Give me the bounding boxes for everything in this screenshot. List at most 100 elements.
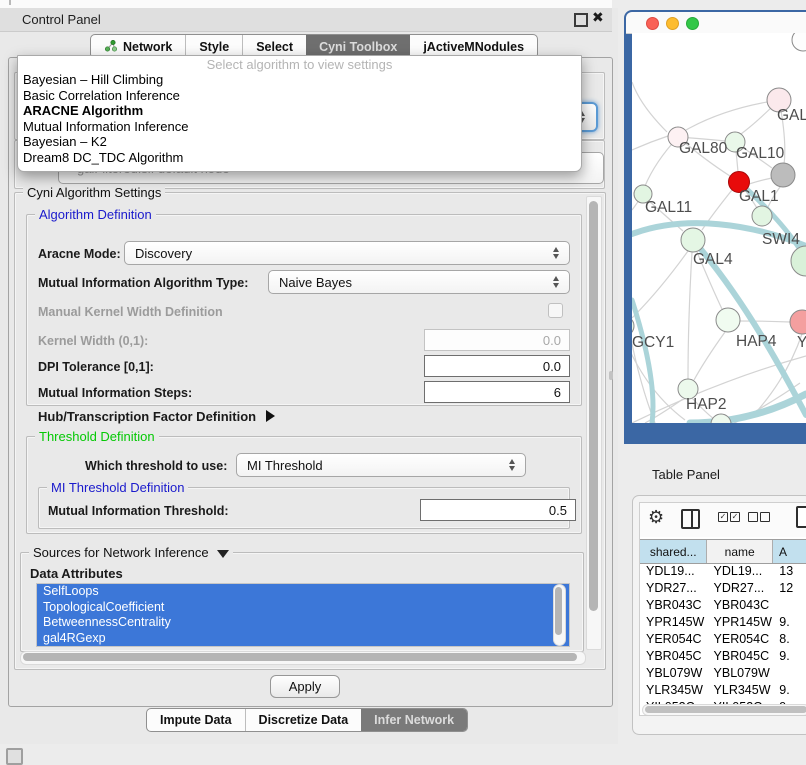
table-row[interactable]: YDR27...YDR27...12 [640, 580, 806, 597]
algorithm-option[interactable]: Bayesian – K2 [18, 134, 581, 150]
table-toolbar: ⚙ ✓ ✓ [640, 503, 806, 537]
table-row[interactable]: YBR043CYBR043C [640, 597, 806, 614]
table-row[interactable]: YPR145WYPR145W9. [640, 614, 806, 631]
algorithm-definition-title: Algorithm Definition [35, 207, 156, 222]
table-row[interactable]: YLR345WYLR345W9. [640, 682, 806, 699]
dropdown-placeholder: Select algorithm to view settings [18, 57, 581, 72]
panel-splitter[interactable] [609, 371, 613, 380]
cell: YBL079W [640, 665, 708, 682]
list-item[interactable]: gal4RGexp [37, 631, 569, 647]
close-window-icon[interactable] [646, 17, 659, 30]
mi-steps-value: 6 [554, 385, 561, 400]
data-attributes-list: SelfLoops TopologicalCoefficient Between… [36, 583, 570, 647]
sources-group-title: Sources for Network Inference [33, 545, 209, 560]
algorithm-option[interactable]: Bayesian – Hill Climbing [18, 72, 581, 88]
mi-threshold-label: Mutual Information Threshold: [48, 504, 229, 518]
combo-arrows-icon [553, 276, 559, 288]
tab-discretize-data[interactable]: Discretize Data [245, 709, 362, 731]
scrollbar-thumb[interactable] [645, 706, 806, 713]
network-node[interactable] [790, 310, 806, 334]
dpi-tolerance-label: DPI Tolerance [0,1]: [38, 360, 154, 374]
algorithm-option[interactable]: Mutual Information Inference [18, 119, 581, 135]
mi-steps-input[interactable]: 6 [424, 381, 570, 403]
network-node[interactable] [771, 163, 795, 187]
column-header-name[interactable]: name [707, 540, 773, 563]
sources-group-toggle[interactable]: Sources for Network Inference [29, 545, 233, 560]
network-window-titlebar[interactable] [626, 12, 806, 34]
top-strip-mark [9, 0, 11, 5]
table-row[interactable]: YBL079WYBL079W [640, 665, 806, 682]
zoom-window-icon[interactable] [686, 17, 699, 30]
list-item[interactable]: SelfLoops [37, 584, 569, 600]
network-node[interactable] [792, 33, 806, 51]
cell: YPR145W [640, 614, 708, 631]
network-node[interactable] [632, 316, 634, 336]
which-threshold-label: Which threshold to use: [85, 459, 227, 473]
select-all-icon2[interactable]: ✓ [730, 512, 740, 522]
mi-algorithm-type-combo[interactable]: Naive Bayes [268, 270, 570, 294]
network-node[interactable] [716, 308, 740, 332]
dpi-tolerance-input[interactable]: 0.0 [424, 355, 570, 377]
cell: YBR043C [708, 597, 774, 614]
cell: 8. [773, 631, 806, 648]
network-node[interactable] [791, 246, 806, 276]
tab-impute-data[interactable]: Impute Data [147, 709, 245, 731]
scrollbar-thumb[interactable] [23, 653, 577, 661]
table-row[interactable]: YDL19...YDL19...13 [640, 563, 806, 580]
algorithm-option[interactable]: Dream8 DC_TDC Algorithm [18, 150, 581, 166]
manual-kernel-label: Manual Kernel Width Definition [38, 305, 223, 319]
column-header-shared[interactable]: shared... [640, 540, 707, 563]
cell: YBR045C [708, 648, 774, 665]
algorithm-option[interactable]: Basic Correlation Inference [18, 88, 581, 104]
list-item[interactable]: TopologicalCoefficient [37, 600, 569, 616]
document-icon[interactable] [796, 506, 806, 528]
node-label: Y [797, 334, 806, 351]
settings-horizontal-scrollbar[interactable] [20, 651, 586, 665]
combo-arrows-icon [509, 459, 515, 471]
tab-select-label: Select [256, 40, 293, 54]
scrollbar-thumb[interactable] [589, 201, 598, 611]
deselect-all-icon2[interactable] [760, 512, 770, 522]
table-panel: ⚙ ✓ ✓ shared... name A YDL19...YDL19...1… [632, 495, 806, 735]
node-label: HAP2 [686, 396, 727, 413]
close-panel-icon[interactable]: ✖ [592, 9, 604, 26]
cell: 12 [773, 580, 806, 597]
scrollbar-thumb[interactable] [555, 587, 562, 635]
threshold-definition-title: Threshold Definition [35, 429, 159, 444]
network-canvas[interactable]: GAL GAL80 GAL10 GAL1 GAL11 SWI4 GAL4 GCY… [632, 33, 806, 423]
gear-icon[interactable]: ⚙ [648, 507, 664, 528]
which-threshold-combo[interactable]: MI Threshold [236, 453, 526, 477]
tab-style-label: Style [199, 40, 229, 54]
cell: YBR043C [640, 597, 708, 614]
split-columns-icon[interactable] [681, 509, 700, 529]
cell: YPR145W [708, 614, 774, 631]
cell: YDL19... [640, 563, 708, 580]
column-header-partial[interactable]: A [773, 540, 806, 563]
combo-arrows-icon [553, 247, 559, 259]
kernel-width-input: 0.0 [424, 329, 570, 351]
mi-threshold-input[interactable]: 0.5 [420, 499, 576, 521]
apply-button[interactable]: Apply [270, 675, 340, 698]
table-horizontal-scrollbar[interactable] [642, 704, 806, 716]
cell: YDR27... [640, 580, 708, 597]
network-node[interactable] [711, 414, 731, 423]
network-node[interactable] [681, 228, 705, 252]
deselect-all-icon[interactable] [748, 512, 758, 522]
table-row[interactable]: YER054CYER054C8. [640, 631, 806, 648]
list-item[interactable]: BetweennessCentrality [37, 615, 569, 631]
minimize-window-icon[interactable] [666, 17, 679, 30]
node-label: GAL [777, 107, 806, 124]
hub-definition-toggle[interactable]: Hub/Transcription Factor Definition [38, 409, 275, 424]
settings-vertical-scrollbar[interactable] [586, 196, 602, 650]
float-panel-icon[interactable] [574, 13, 588, 27]
cell: YBL079W [708, 665, 774, 682]
network-node[interactable] [752, 206, 772, 226]
select-all-icon[interactable]: ✓ [718, 512, 728, 522]
algorithm-option[interactable]: ARACNE Algorithm [18, 103, 581, 119]
tab-infer-network[interactable]: Infer Network [361, 709, 467, 731]
attribute-list-scrollbar[interactable] [553, 584, 566, 646]
aracne-mode-combo[interactable]: Discovery [124, 241, 570, 265]
cell: YBR045C [640, 648, 708, 665]
bottom-left-icon[interactable] [6, 748, 23, 765]
table-row[interactable]: YBR045CYBR045C9. [640, 648, 806, 665]
